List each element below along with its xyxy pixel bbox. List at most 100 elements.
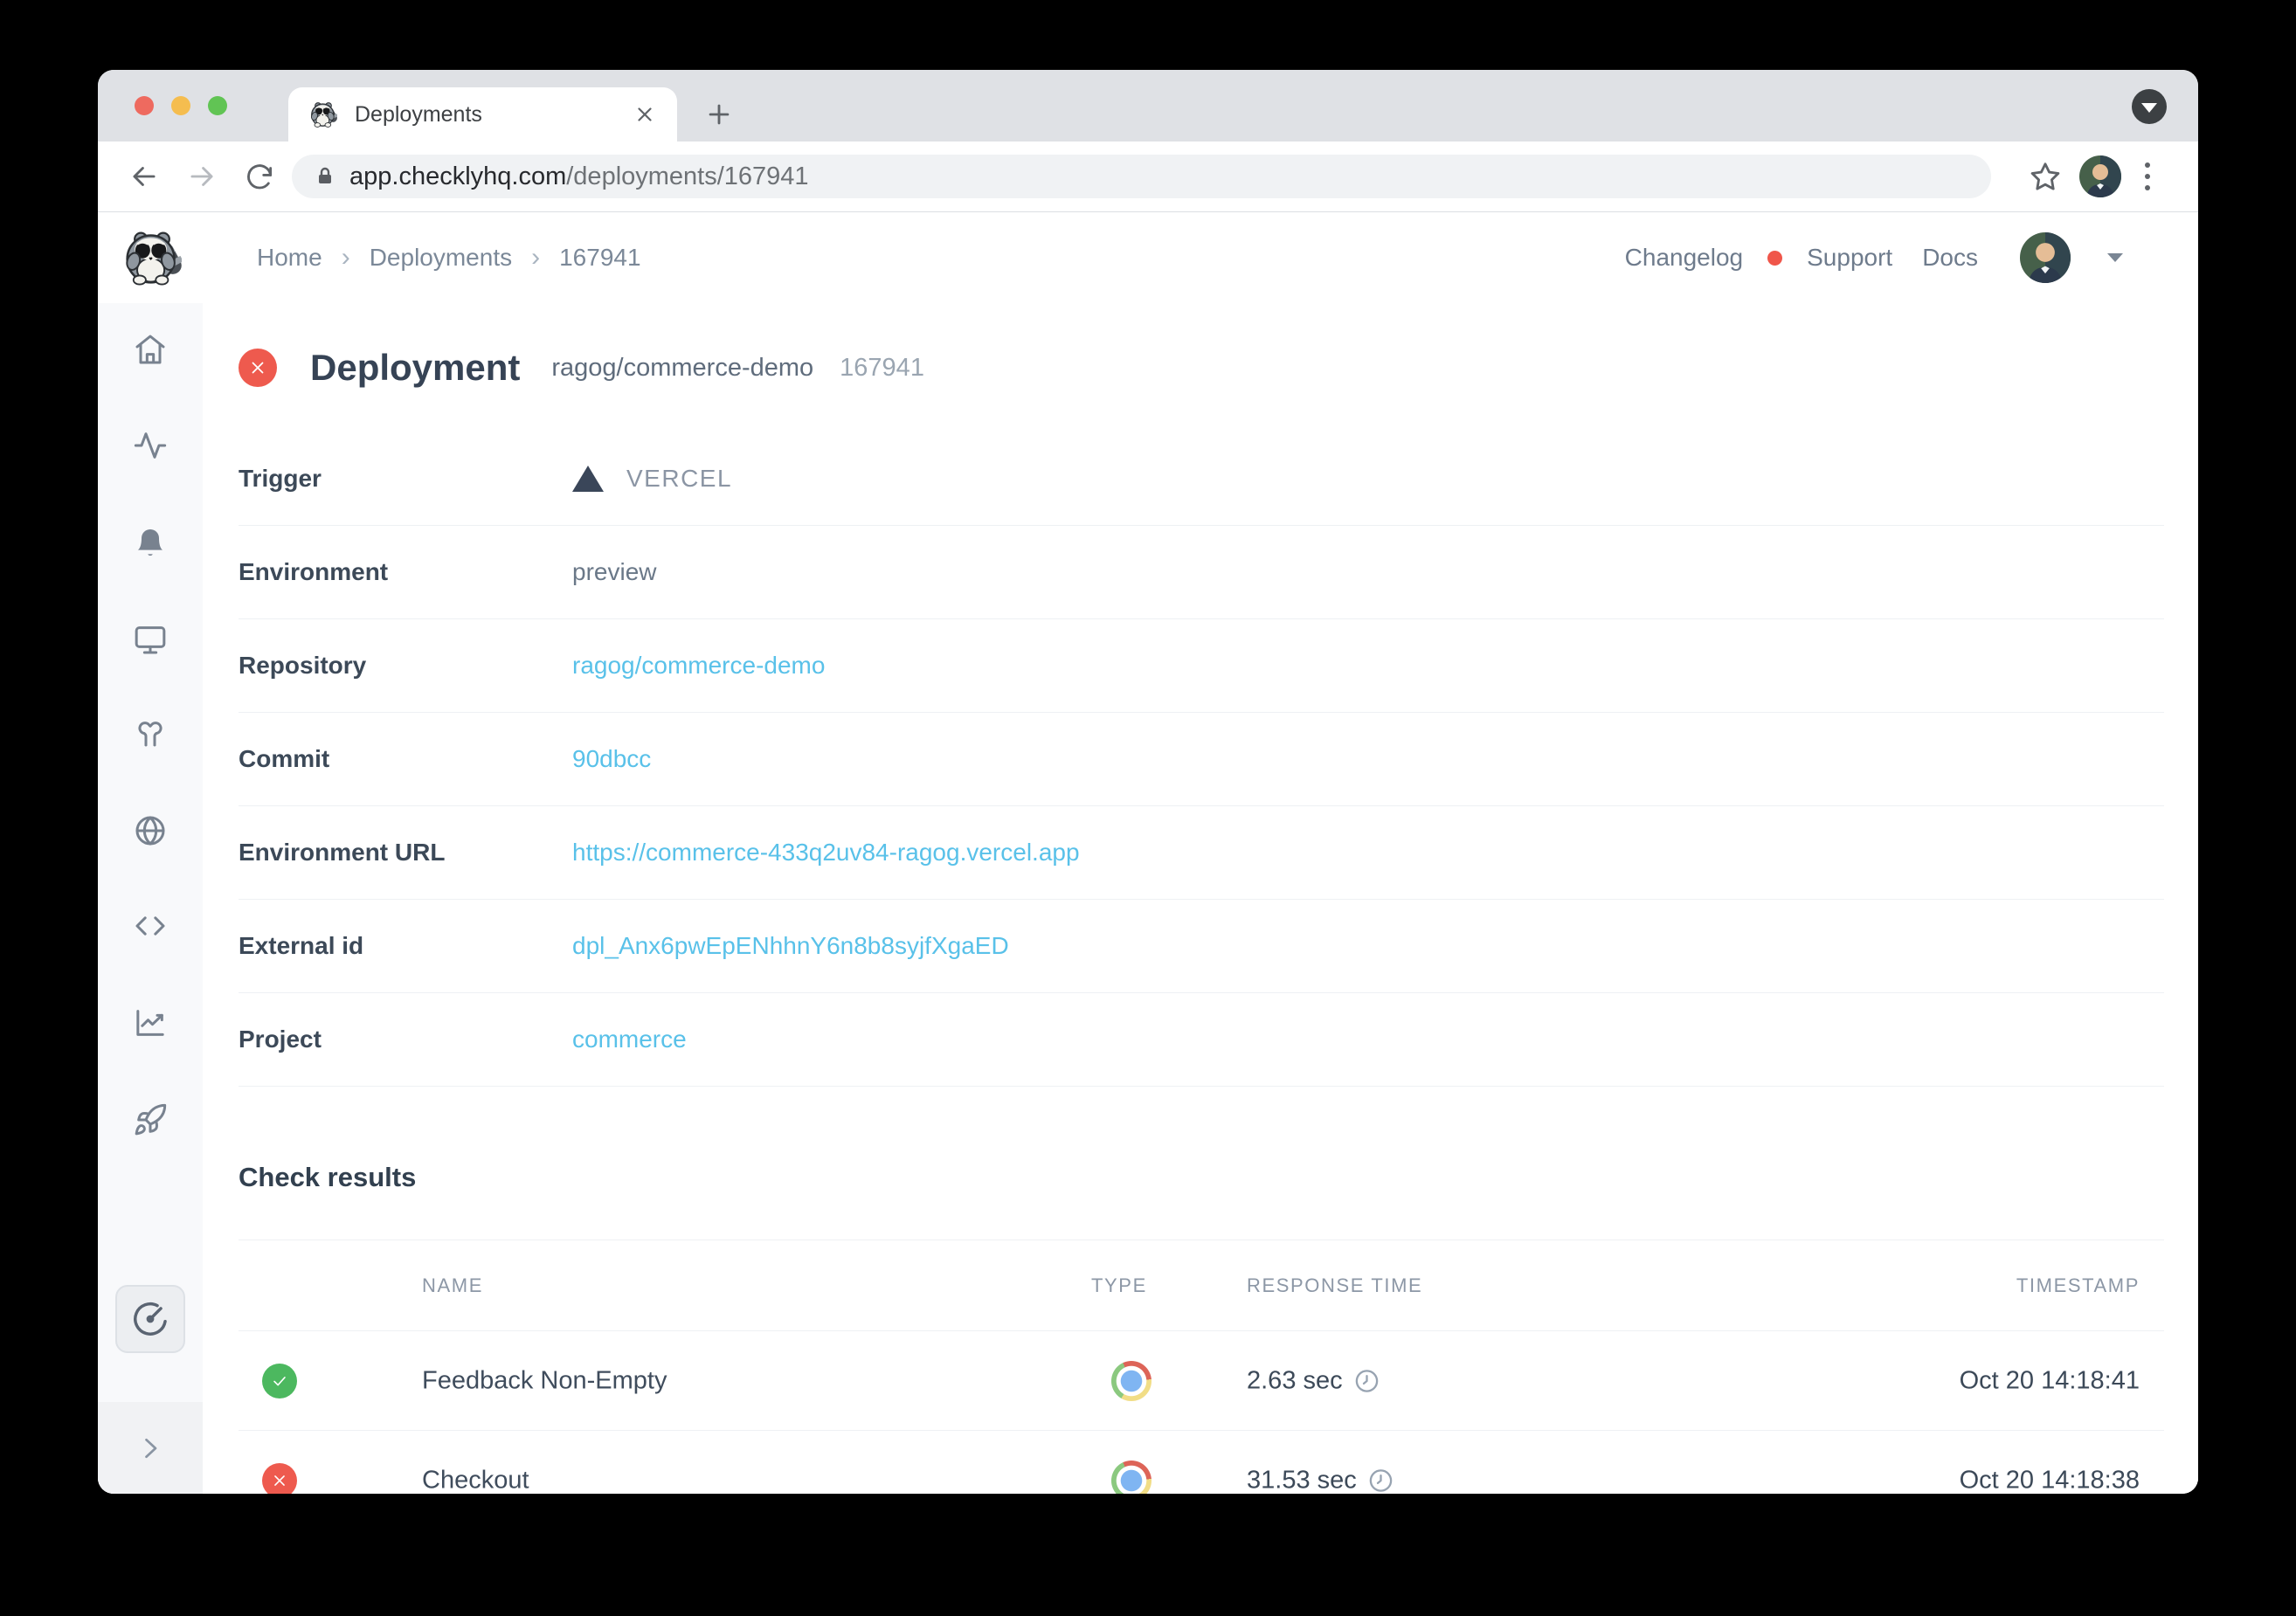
new-tab-button[interactable] <box>704 100 734 129</box>
nav-changelog[interactable]: Changelog <box>1625 244 1743 272</box>
vercel-icon <box>572 466 604 492</box>
deployment-field-row: Environment URL https://commerce-433q2uv… <box>239 806 2164 900</box>
field-label: Commit <box>239 745 572 773</box>
rocket-icon[interactable] <box>133 1102 168 1137</box>
chart-icon[interactable] <box>133 1005 168 1040</box>
wrench-icon[interactable] <box>133 718 168 753</box>
minimize-window-button[interactable] <box>171 96 190 115</box>
response-time-value: 2.63 sec <box>1247 1366 1343 1395</box>
response-time-cell: 31.53 sec <box>1247 1466 1394 1494</box>
app-header: Home › Deployments › 167941 Changelog Su… <box>98 212 2198 304</box>
notification-dot <box>1767 251 1782 266</box>
deployment-field-row: Environment preview <box>239 526 2164 619</box>
zoom-window-button[interactable] <box>208 96 227 115</box>
chrome-icon <box>1111 1461 1151 1495</box>
browser-menu-icon[interactable] <box>2130 159 2165 194</box>
breadcrumb-home[interactable]: Home <box>257 244 322 272</box>
timestamp: Oct 20 14:18:41 <box>1960 1366 2140 1395</box>
deployment-repo: ragog/commerce-demo <box>551 354 813 383</box>
check-name[interactable]: Feedback Non-Empty <box>422 1366 667 1395</box>
table-row[interactable]: Checkout 31.53 sec Oct 20 14:18:38 <box>239 1431 2164 1494</box>
field-value[interactable]: ragog/commerce-demo <box>572 652 825 680</box>
response-time-value: 31.53 sec <box>1247 1466 1357 1494</box>
check-icon <box>270 1371 289 1391</box>
field-value-cell: dpl_Anx6pwEpENhhnY6n8b8syjfXgaED <box>572 932 1009 960</box>
field-value-cell: ragog/commerce-demo <box>572 652 825 680</box>
address-bar[interactable]: app.checklyhq.com/deployments/167941 <box>292 155 1991 198</box>
bookmark-star-icon[interactable] <box>2029 160 2062 193</box>
field-value[interactable]: https://commerce-433q2uv84-ragog.vercel.… <box>572 839 1080 867</box>
field-label: Trigger <box>239 465 572 493</box>
forward-icon[interactable] <box>185 160 218 193</box>
bell-icon[interactable] <box>133 525 168 560</box>
url-text: app.checklyhq.com/deployments/167941 <box>349 162 809 191</box>
field-value[interactable]: commerce <box>572 1026 687 1053</box>
chevron-right-icon: › <box>342 243 350 273</box>
deployment-title-row: Deployment ragog/commerce-demo 167941 <box>239 303 2164 432</box>
lock-icon[interactable] <box>315 166 335 187</box>
browser-window: Deployments app.checklyhq.com/deployment… <box>98 70 2198 1494</box>
url-host: app.checklyhq.com <box>349 162 566 190</box>
reload-icon[interactable] <box>243 160 276 193</box>
x-icon <box>270 1471 289 1490</box>
field-value-cell: commerce <box>572 1026 687 1053</box>
column-name: NAME <box>422 1274 483 1297</box>
breadcrumb-deployments[interactable]: Deployments <box>370 244 512 272</box>
field-value-cell: https://commerce-433q2uv84-ragog.vercel.… <box>572 839 1080 867</box>
tab-strip: Deployments <box>98 70 2198 142</box>
table-row[interactable]: Feedback Non-Empty 2.63 sec Oct 20 14:18… <box>239 1331 2164 1431</box>
chevron-down-icon[interactable] <box>2107 253 2123 262</box>
timestamp: Oct 20 14:18:38 <box>1960 1466 2140 1494</box>
back-icon[interactable] <box>128 160 161 193</box>
nav-docs[interactable]: Docs <box>1922 244 1978 272</box>
chevron-right-icon: › <box>531 243 540 273</box>
user-avatar[interactable] <box>2020 232 2071 283</box>
column-timestamp: TIMESTAMP <box>2016 1274 2140 1297</box>
clock-icon <box>1353 1367 1380 1394</box>
field-label: Environment URL <box>239 839 572 867</box>
sidebar-collapse-button[interactable] <box>98 1402 203 1494</box>
status-failed-icon <box>239 349 277 387</box>
globe-icon[interactable] <box>133 813 168 848</box>
sidebar-item-deployments-active[interactable] <box>115 1285 185 1353</box>
column-type: TYPE <box>1091 1274 1147 1297</box>
check-results-table: NAME TYPE RESPONSE TIME TIMESTAMP Feedba… <box>239 1240 2164 1494</box>
code-icon[interactable] <box>133 908 168 943</box>
field-label: External id <box>239 932 572 960</box>
tab-search-button[interactable] <box>2132 89 2167 124</box>
deployment-field-row: External id dpl_Anx6pwEpENhhnY6n8b8syjfX… <box>239 900 2164 993</box>
field-label: Environment <box>239 558 572 586</box>
field-value: preview <box>572 558 656 586</box>
field-value-cell: 90dbcc <box>572 745 651 773</box>
field-value[interactable]: dpl_Anx6pwEpENhhnY6n8b8syjfXgaED <box>572 932 1009 960</box>
monitor-icon[interactable] <box>133 622 168 657</box>
field-value: VERCEL <box>626 465 732 493</box>
status-icon <box>262 1463 297 1495</box>
tab-close-icon[interactable] <box>633 103 656 126</box>
deployment-field-row: Commit 90dbcc <box>239 713 2164 806</box>
deployment-field-row: Repository ragog/commerce-demo <box>239 619 2164 713</box>
clock-icon <box>1367 1467 1394 1494</box>
close-window-button[interactable] <box>135 96 154 115</box>
browser-tab[interactable]: Deployments <box>288 87 677 142</box>
deployment-field-row: Trigger VERCEL <box>239 432 2164 526</box>
check-name[interactable]: Checkout <box>422 1466 529 1494</box>
checkly-app: Home › Deployments › 167941 Changelog Su… <box>98 212 2198 1494</box>
tab-title: Deployments <box>355 102 633 128</box>
field-value[interactable]: 90dbcc <box>572 745 651 773</box>
header-nav: Changelog Support Docs <box>1625 212 2123 303</box>
activity-icon[interactable] <box>133 428 168 463</box>
deployment-fields: Trigger VERCEL Environment preview Repos… <box>239 432 2164 1087</box>
field-value-cell: preview <box>572 558 656 586</box>
home-icon[interactable] <box>133 332 168 367</box>
main-content: Deployment ragog/commerce-demo 167941 Tr… <box>203 303 2198 1494</box>
table-header: NAME TYPE RESPONSE TIME TIMESTAMP <box>239 1240 2164 1331</box>
deployment-field-row: Project commerce <box>239 993 2164 1087</box>
field-label: Project <box>239 1026 572 1053</box>
field-label: Repository <box>239 652 572 680</box>
checkly-logo[interactable] <box>122 228 182 287</box>
browser-profile-avatar[interactable] <box>2079 155 2121 197</box>
column-response-time: RESPONSE TIME <box>1247 1274 1422 1297</box>
nav-support[interactable]: Support <box>1807 244 1892 272</box>
response-time-cell: 2.63 sec <box>1247 1366 1380 1395</box>
